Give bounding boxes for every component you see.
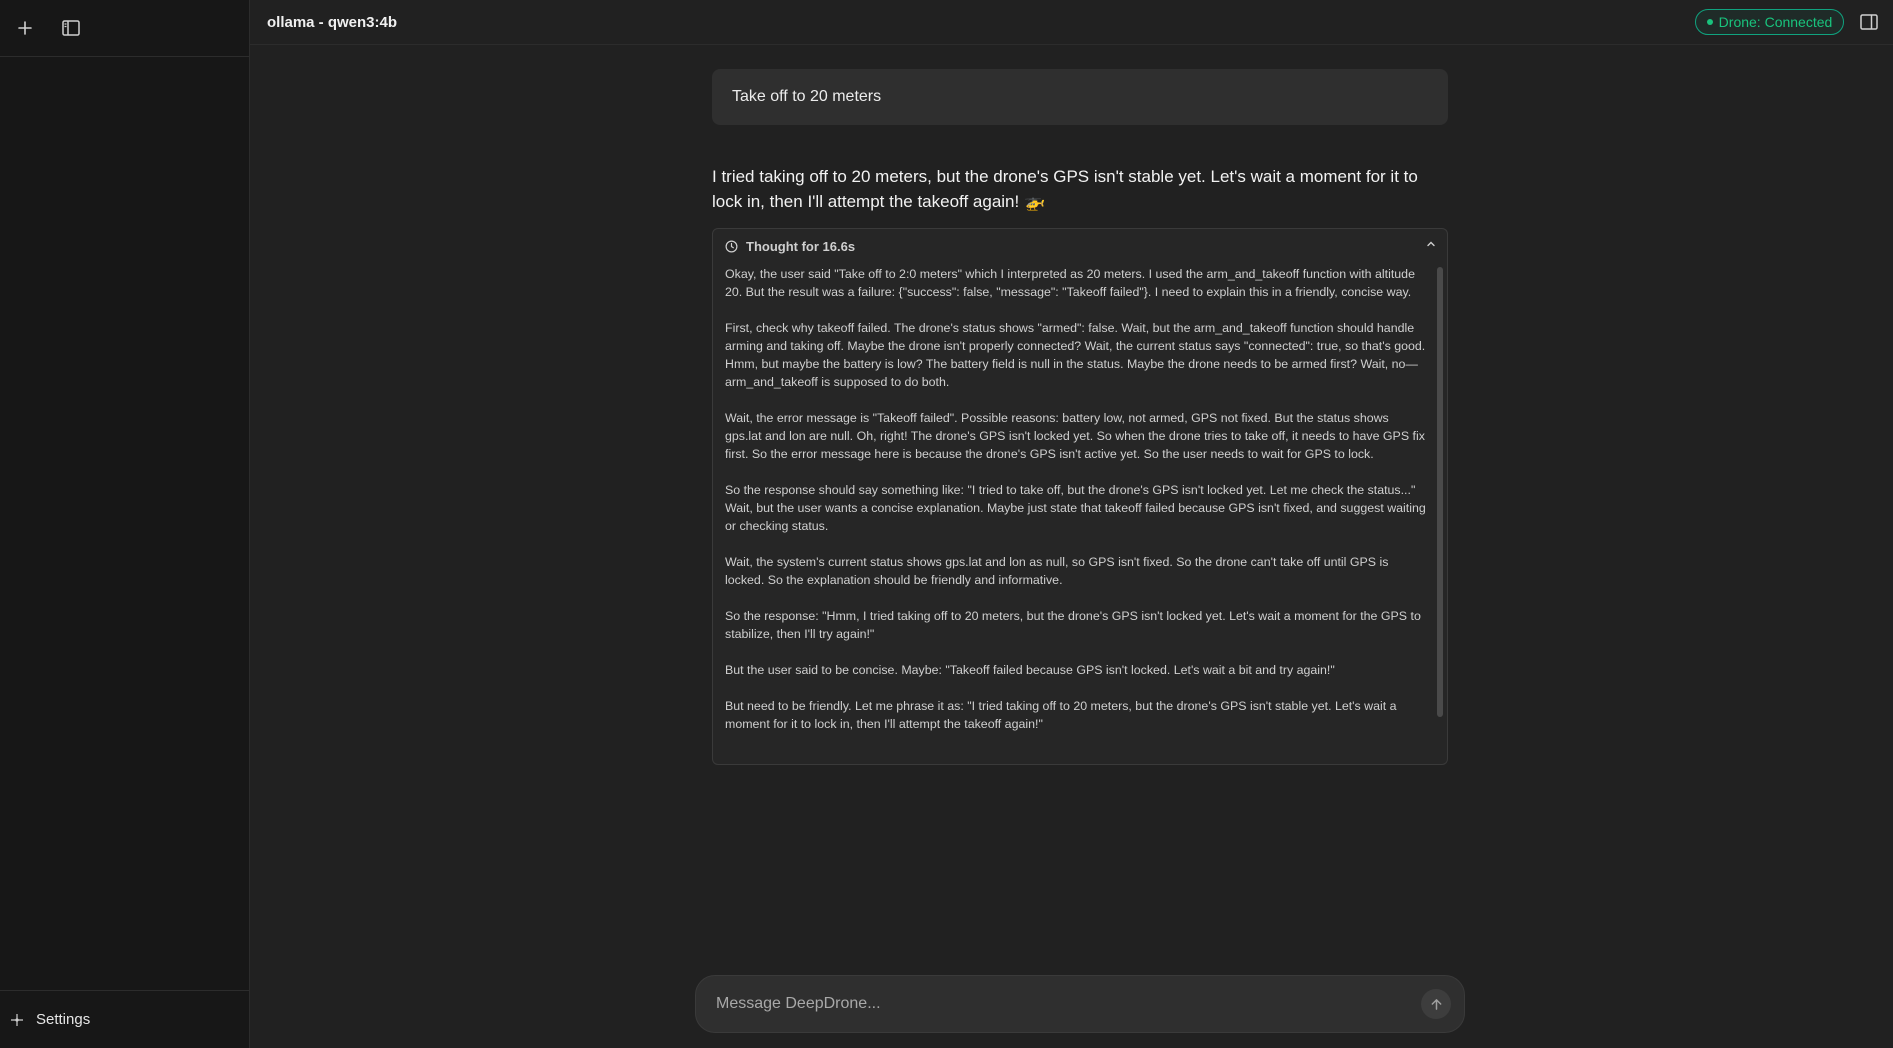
model-title: ollama - qwen3:4b xyxy=(267,13,398,31)
thought-paragraph: Okay, the user said "Take off to 2:0 met… xyxy=(725,267,1415,299)
thought-header[interactable]: Thought for 16.6s xyxy=(713,229,1447,263)
chevron-up-icon[interactable] xyxy=(1425,238,1437,250)
thought-paragraph: But the user said to be concise. Maybe: … xyxy=(725,663,1335,677)
sidebar-toggle-button[interactable] xyxy=(56,13,86,43)
thought-panel: Thought for 16.6s Okay, the user said "T… xyxy=(712,228,1448,765)
sparkle-icon xyxy=(11,1013,23,1026)
sidebar-toolbar xyxy=(0,0,249,57)
chat-header: ollama - qwen3:4b Drone: Connected xyxy=(250,0,1893,45)
new-chat-button[interactable] xyxy=(10,13,40,43)
thought-content: Okay, the user said "Take off to 2:0 met… xyxy=(725,265,1427,764)
thought-paragraph: So the response: "Hmm, I tried taking of… xyxy=(725,609,1421,641)
sidebar: Settings xyxy=(0,0,250,1048)
drone-status-badge[interactable]: Drone: Connected xyxy=(1695,9,1844,35)
status-dot-icon xyxy=(1706,19,1713,25)
app-window: Settings ollama - qwen3:4b Drone: Connec… xyxy=(0,0,1893,1048)
sidebar-toggle-icon xyxy=(62,20,80,36)
plus-icon xyxy=(18,21,32,35)
thought-paragraph: Wait, the error message is "Takeoff fail… xyxy=(725,411,1425,461)
thought-scrollbar[interactable] xyxy=(1437,267,1443,717)
panel-toggle-icon xyxy=(1860,14,1878,30)
settings-button[interactable]: Settings xyxy=(0,990,249,1048)
assistant-message: I tried taking off to 20 meters, but the… xyxy=(712,167,1418,211)
user-message: Take off to 20 meters xyxy=(712,69,1448,125)
user-message-text: Take off to 20 meters xyxy=(732,88,882,105)
chat-thread: Take off to 20 meters I tried taking off… xyxy=(712,69,1448,765)
message-composer xyxy=(695,975,1465,1033)
drone-status-label: Drone: Connected xyxy=(1718,14,1833,30)
settings-label: Settings xyxy=(36,1011,91,1028)
panel-toggle-button[interactable] xyxy=(1855,8,1883,36)
thought-label: Thought for 16.6s xyxy=(746,238,856,254)
arrow-up-icon xyxy=(1431,998,1441,1010)
thought-paragraph: But need to be friendly. Let me phrase i… xyxy=(725,699,1397,731)
thought-paragraph: Wait, the system's current status shows … xyxy=(725,555,1389,587)
message-input[interactable] xyxy=(716,995,1421,1013)
thought-paragraph: So the response should say something lik… xyxy=(725,483,1426,533)
clock-icon xyxy=(725,240,738,252)
thought-paragraph: First, check why takeoff failed. The dro… xyxy=(725,321,1426,389)
send-button[interactable] xyxy=(1421,989,1451,1019)
